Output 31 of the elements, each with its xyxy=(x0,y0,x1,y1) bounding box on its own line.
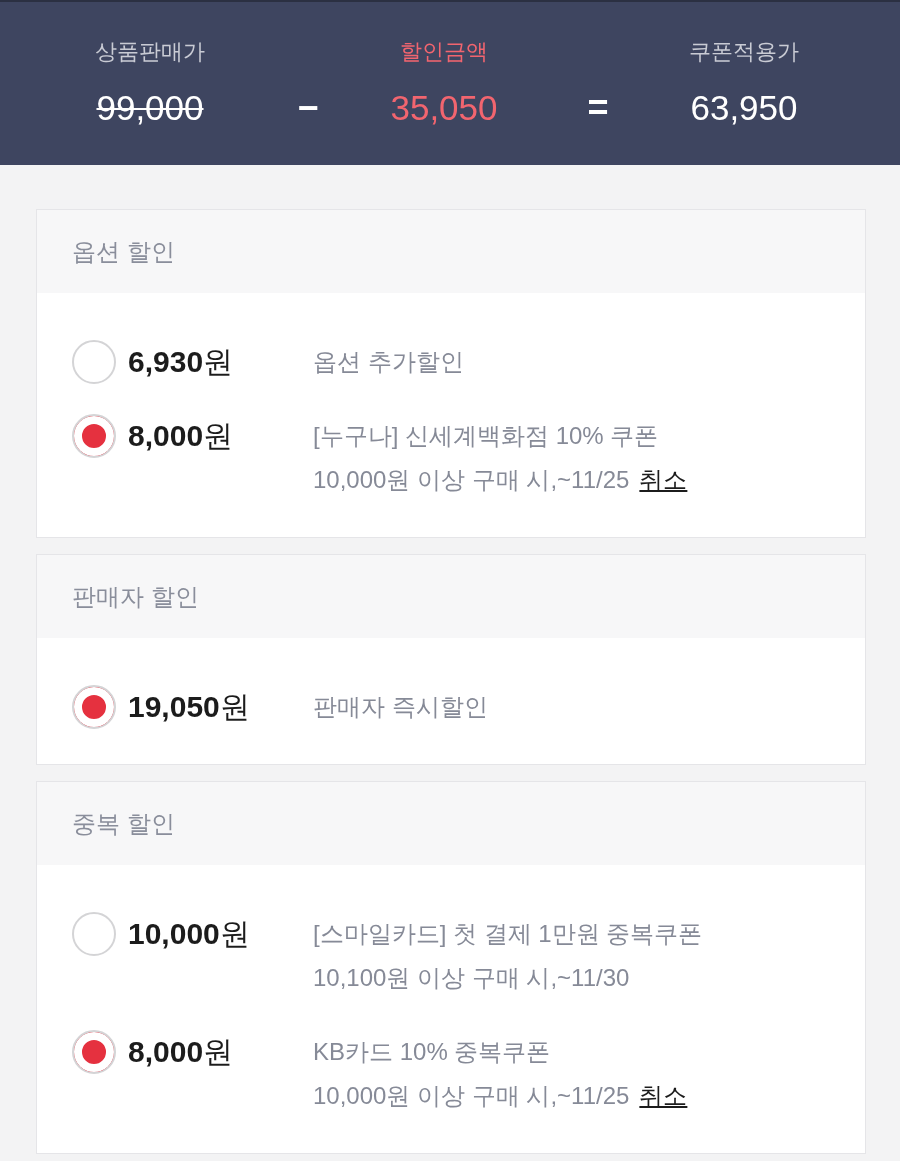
discount-amount: 19,050원 xyxy=(128,689,251,725)
discount-amount: 8,000원 xyxy=(128,418,235,454)
cancel-link[interactable]: 취소 xyxy=(639,1074,688,1118)
coupon-condition: 10,000원 이상 구매 시,~11/25 xyxy=(313,1081,630,1111)
discount-amount: 6,930원 xyxy=(128,344,235,380)
original-price: 99,000 xyxy=(96,87,204,129)
radio-button[interactable] xyxy=(72,912,116,956)
radio-button[interactable] xyxy=(72,414,116,458)
cancel-link[interactable]: 취소 xyxy=(639,458,688,502)
final-price: 63,950 xyxy=(690,87,798,129)
minus-sign: − xyxy=(297,86,319,130)
final-price-label: 쿠폰적용가 xyxy=(689,38,799,66)
coupon-name: KB카드 10% 중복쿠폰 xyxy=(313,1037,552,1067)
equals-sign: = xyxy=(587,86,609,130)
original-price-label: 상품판매가 xyxy=(95,38,205,66)
radio-button[interactable] xyxy=(72,340,116,384)
section-title: 중복 할인 xyxy=(72,808,175,839)
section-title: 옵션 할인 xyxy=(72,236,175,267)
radio-button[interactable] xyxy=(72,1030,116,1074)
discount-amount: 10,000원 xyxy=(128,916,251,952)
discount-total: 35,050 xyxy=(390,87,498,129)
discount-amount-label: 할인금액 xyxy=(400,38,488,66)
coupon-name: 판매자 즉시할인 xyxy=(313,692,488,722)
coupon-condition: 10,100원 이상 구매 시,~11/30 xyxy=(313,963,630,993)
radio-button[interactable] xyxy=(72,685,116,729)
coupon-name: [스마일카드] 첫 결제 1만원 중복쿠폰 xyxy=(313,919,703,949)
coupon-name: [누구나] 신세계백화점 10% 쿠폰 xyxy=(313,421,660,451)
coupon-name: 옵션 추가할인 xyxy=(313,347,464,377)
coupon-condition: 10,000원 이상 구매 시,~11/25 xyxy=(313,465,630,495)
section-title: 판매자 할인 xyxy=(72,581,199,612)
discount-amount: 8,000원 xyxy=(128,1034,235,1070)
